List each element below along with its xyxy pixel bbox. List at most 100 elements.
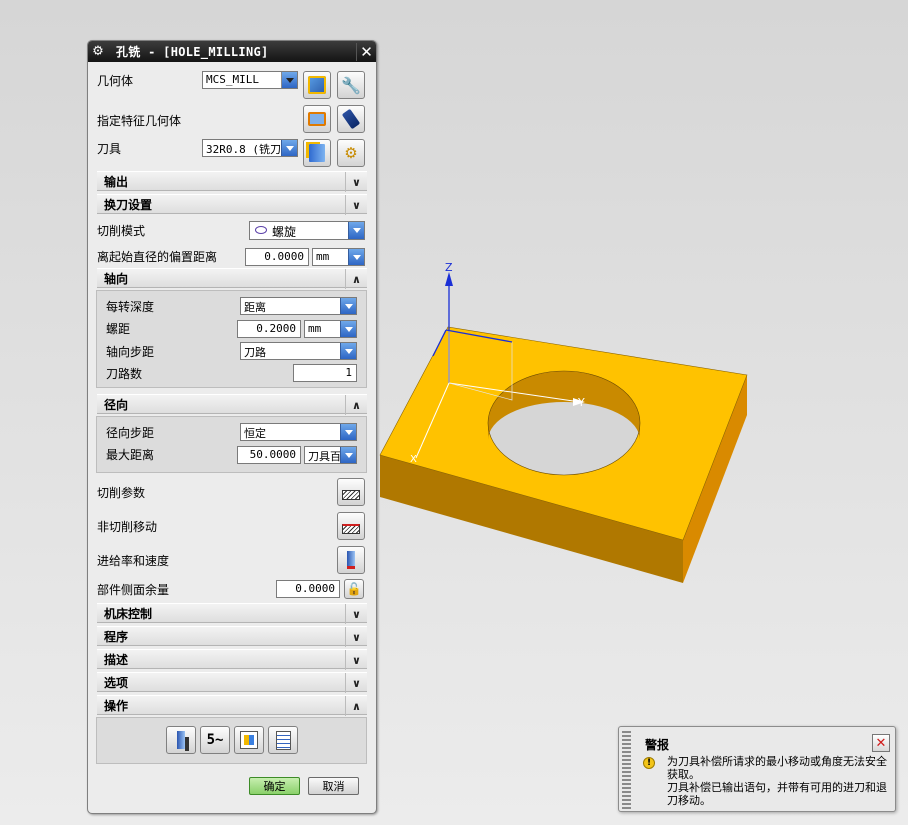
geometry-select-value: MCS_MILL (206, 73, 259, 86)
warning-icon: ! (643, 757, 655, 769)
feature-geometry-icon (308, 112, 326, 126)
chevron-down-icon (348, 222, 364, 239)
close-icon[interactable]: ✕ (356, 42, 376, 61)
section-program[interactable]: 程序 ∨ (97, 626, 367, 647)
new-tool-button[interactable] (303, 139, 331, 167)
pitch-label: 螺距 (106, 321, 131, 336)
chevron-down-icon (348, 249, 364, 265)
geometry-icon (308, 76, 326, 94)
pitch-unit-value: mm (308, 322, 322, 335)
non-cut-moves-icon (342, 524, 360, 534)
chevron-down-icon: ∨ (345, 172, 367, 192)
stock-label: 部件侧面余量 (97, 582, 170, 597)
chevron-down-icon: ∨ (345, 650, 367, 670)
close-icon[interactable]: ✕ (872, 734, 890, 752)
chevron-down-icon (340, 321, 356, 337)
non-cut-label: 非切削移动 (97, 519, 158, 534)
dialog-title: 孔铣 - [HOLE_MILLING] (116, 45, 269, 59)
section-description-label: 描述 (104, 652, 129, 667)
max-distance-label: 最大距离 (106, 447, 155, 462)
actions-group (96, 717, 367, 764)
feeds-label: 进给率和速度 (97, 553, 170, 568)
chevron-up-icon: ∧ (345, 269, 367, 289)
chevron-up-icon: ∧ (345, 696, 367, 716)
select-feature-button[interactable] (303, 105, 331, 133)
tool-select[interactable]: 32R0.8 (铣刀 (202, 139, 298, 157)
section-machine-control[interactable]: 机床控制 ∨ (97, 603, 367, 624)
chevron-down-icon (340, 447, 356, 463)
warning-popup: 警报 ✕ ! 为刀具补偿所请求的最小移动或角度无法安全获取。 刀具补偿已输出语句… (618, 726, 896, 812)
geometry-select[interactable]: MCS_MILL (202, 71, 298, 89)
section-axial[interactable]: 轴向 ∧ (97, 268, 367, 289)
radial-step-select[interactable]: 恒定 (240, 423, 357, 441)
dialog-titlebar[interactable]: ⚙ 孔铣 - [HOLE_MILLING] ✕ (88, 41, 376, 62)
section-actions[interactable]: 操作 ∧ (97, 695, 367, 716)
feeds-speeds-button[interactable] (337, 546, 365, 574)
warning-line-1: 为刀具补偿所请求的最小移动或角度无法安全获取。 (667, 755, 887, 781)
chevron-down-icon (340, 424, 356, 440)
chevron-up-icon: ∧ (345, 395, 367, 415)
section-axial-label: 轴向 (104, 271, 129, 286)
edit-tool-button[interactable]: ⚙ (337, 139, 365, 167)
axial-step-value: 刀路 (244, 346, 266, 359)
cancel-button[interactable]: 取消 (308, 777, 359, 795)
axis-x-label: X (410, 454, 417, 465)
offset-label: 离起始直径的偏置距离 (97, 249, 218, 264)
list-icon (275, 730, 291, 750)
wrench-icon: 🔧 (341, 75, 361, 95)
section-machine-control-label: 机床控制 (104, 606, 153, 621)
pitch-unit-select[interactable]: mm (304, 320, 357, 338)
display-feature-button[interactable] (337, 105, 365, 133)
new-geometry-button[interactable] (303, 71, 331, 99)
new-tool-icon (309, 144, 325, 162)
warning-line-2: 刀具补偿已输出语句，并带有可用的进刀和退刀移动。 (667, 781, 887, 807)
replay-button[interactable]: 5~ (200, 726, 230, 754)
section-description[interactable]: 描述 ∨ (97, 649, 367, 670)
num-passes-input[interactable]: 1 (293, 364, 357, 382)
edit-geometry-button[interactable]: 🔧 (337, 71, 365, 99)
cut-mode-label: 切削模式 (97, 223, 146, 238)
depth-per-rev-label: 每转深度 (106, 299, 155, 314)
axial-step-label: 轴向步距 (106, 344, 155, 359)
radial-step-label: 径向步距 (106, 425, 155, 440)
feeds-icon (347, 551, 355, 569)
stock-input[interactable]: 0.0000 (276, 580, 340, 598)
list-button[interactable] (268, 726, 298, 754)
non-cut-button[interactable] (337, 512, 365, 540)
cut-params-icon (342, 490, 360, 500)
chevron-down-icon: ∨ (345, 195, 367, 215)
offset-input[interactable]: 0.0000 (245, 248, 309, 266)
axial-step-select[interactable]: 刀路 (240, 342, 357, 360)
cut-mode-value: 螺旋 (272, 225, 297, 239)
depth-per-rev-select[interactable]: 距离 (240, 297, 357, 315)
chevron-down-icon: ∨ (345, 673, 367, 693)
gear-icon[interactable]: ⚙ (88, 44, 108, 59)
pitch-input[interactable]: 0.2000 (237, 320, 301, 338)
max-distance-unit-select[interactable]: 刀具百 (304, 446, 357, 464)
warning-title: 警报 (645, 738, 670, 752)
max-distance-input[interactable]: 50.0000 (237, 446, 301, 464)
lock-button[interactable]: 🔓 (344, 579, 364, 599)
chevron-down-icon: ∨ (345, 604, 367, 624)
section-radial-label: 径向 (104, 397, 129, 412)
section-radial[interactable]: 径向 ∧ (97, 394, 367, 415)
chevron-down-icon (281, 140, 297, 156)
ok-button[interactable]: 确定 (249, 777, 300, 795)
drag-handle[interactable] (622, 731, 631, 809)
offset-unit-value: mm (316, 250, 330, 263)
depth-per-rev-value: 距离 (244, 301, 266, 314)
verify-button[interactable] (234, 726, 264, 754)
cut-params-label: 切削参数 (97, 485, 146, 500)
cut-params-button[interactable] (337, 478, 365, 506)
section-tool-change[interactable]: 换刀设置 ∨ (97, 194, 367, 215)
cut-mode-select[interactable]: 螺旋 (249, 221, 365, 240)
axis-y-label: Y (577, 396, 585, 409)
tool-label: 刀具 (97, 141, 122, 156)
helix-icon (255, 226, 267, 234)
chevron-down-icon: ∨ (345, 627, 367, 647)
section-output[interactable]: 输出 ∨ (97, 171, 367, 192)
section-options[interactable]: 选项 ∨ (97, 672, 367, 693)
generate-button[interactable] (166, 726, 196, 754)
tool-select-value: 32R0.8 (铣刀 (206, 143, 281, 156)
offset-unit-select[interactable]: mm (312, 248, 365, 266)
